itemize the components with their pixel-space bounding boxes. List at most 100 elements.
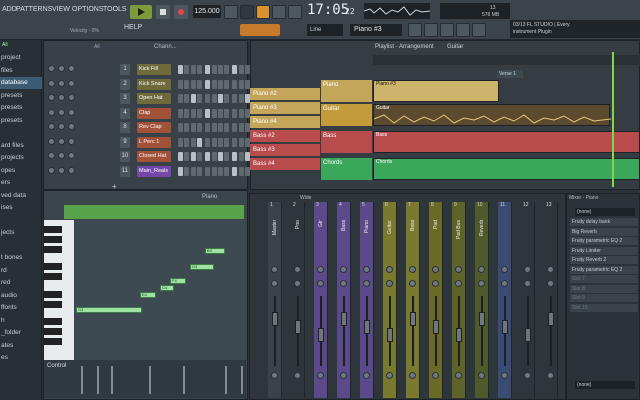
step-button[interactable]	[205, 152, 211, 161]
step-button[interactable]	[178, 152, 183, 161]
step-button[interactable]	[224, 123, 230, 132]
browser-item[interactable]: ers	[0, 177, 42, 189]
black-key[interactable]	[44, 328, 62, 335]
black-key[interactable]	[44, 318, 62, 325]
strip-stereo-knob[interactable]	[317, 280, 324, 287]
browser-filter[interactable]: All	[2, 42, 8, 48]
pan-knob[interactable]	[58, 166, 65, 174]
route-button[interactable]	[386, 372, 393, 379]
step-button[interactable]	[238, 166, 244, 176]
route-button[interactable]	[409, 372, 416, 379]
step-button[interactable]	[190, 79, 196, 89]
pan-knob[interactable]	[58, 79, 65, 87]
browser-item[interactable]: database	[0, 77, 42, 89]
route-button[interactable]	[432, 372, 439, 379]
browser-item[interactable]: ard files	[0, 140, 42, 152]
clip-piano[interactable]: Piano #3	[373, 80, 499, 102]
step-button[interactable]	[205, 94, 211, 103]
strip-stereo-knob[interactable]	[409, 280, 416, 287]
black-key[interactable]	[44, 236, 62, 243]
channel-number[interactable]: 2	[120, 78, 130, 90]
channel-number[interactable]: 3	[120, 93, 130, 104]
channel-name-button[interactable]: L Perc 1	[137, 136, 171, 148]
black-key[interactable]	[44, 246, 62, 253]
strip-pan-knob[interactable]	[294, 266, 301, 273]
route-button[interactable]	[547, 372, 554, 379]
step-button[interactable]	[190, 152, 196, 161]
step-button[interactable]	[205, 79, 211, 89]
pan-knob[interactable]	[58, 123, 65, 130]
countdown-icon[interactable]	[256, 5, 270, 19]
note[interactable]: C4	[160, 285, 174, 291]
pattern-item[interactable]: Bass #3	[250, 144, 320, 156]
menu-add[interactable]: ADD	[2, 6, 17, 13]
pan-knob[interactable]	[58, 137, 65, 145]
strip-pan-knob[interactable]	[547, 266, 554, 273]
step-button[interactable]	[224, 152, 230, 161]
note[interactable]: E4	[140, 292, 156, 298]
step-button[interactable]	[190, 108, 196, 118]
step-button[interactable]	[184, 137, 190, 147]
strip-stereo-knob[interactable]	[547, 280, 554, 287]
strip-pan-knob[interactable]	[501, 266, 508, 273]
strip-stereo-knob[interactable]	[363, 280, 370, 287]
step-button[interactable]	[211, 65, 217, 74]
channel-mute-led[interactable]	[48, 65, 55, 72]
snap-select[interactable]: Line	[307, 24, 343, 36]
step-button[interactable]	[211, 166, 217, 176]
pattern-item[interactable]: Piano #3	[250, 102, 320, 114]
step-button[interactable]	[238, 152, 244, 161]
step-button[interactable]	[184, 108, 190, 118]
step-button[interactable]	[197, 65, 203, 74]
strip-pan-knob[interactable]	[386, 266, 393, 273]
input-select[interactable]: (none)	[575, 208, 635, 216]
channel-mute-led[interactable]	[48, 166, 55, 174]
volume-knob[interactable]	[68, 123, 75, 130]
volume-knob[interactable]	[68, 137, 75, 145]
channel-mute-led[interactable]	[48, 137, 55, 145]
volume-knob[interactable]	[68, 166, 75, 174]
volume-fader[interactable]	[456, 328, 462, 342]
browser-item[interactable]: jects	[0, 227, 42, 239]
step-button[interactable]	[238, 123, 244, 132]
browser-item[interactable]: project	[0, 52, 42, 64]
step-button[interactable]	[232, 137, 238, 147]
step-button[interactable]	[197, 79, 203, 89]
browser-item[interactable]: ffonts	[0, 302, 42, 314]
volume-fader[interactable]	[410, 312, 416, 326]
step-button[interactable]	[211, 108, 217, 118]
black-key[interactable]	[44, 226, 62, 233]
step-button[interactable]	[232, 123, 238, 132]
strip-pan-knob[interactable]	[432, 266, 439, 273]
black-key[interactable]	[44, 291, 62, 298]
stop-button[interactable]	[156, 5, 170, 19]
step-button[interactable]	[217, 152, 223, 161]
strip-stereo-knob[interactable]	[524, 280, 531, 287]
playhead[interactable]	[612, 52, 614, 187]
step-button[interactable]	[190, 166, 196, 176]
channel-name-button[interactable]: Clap	[137, 107, 171, 119]
channel-name-button[interactable]: Main_Reals	[137, 165, 171, 177]
step-button[interactable]	[211, 94, 217, 103]
channel-mute-led[interactable]	[48, 152, 55, 159]
clip-guitar[interactable]: Guitar	[373, 104, 611, 126]
channel-name-button[interactable]: Closed Hat	[137, 151, 171, 162]
piano-roll-icon[interactable]	[424, 23, 438, 37]
step-button[interactable]	[232, 79, 238, 89]
step-button[interactable]	[190, 65, 196, 74]
channel-mute-led[interactable]	[48, 94, 55, 101]
marker-verse[interactable]: Verse 1	[497, 70, 523, 78]
volume-fader[interactable]	[502, 320, 508, 334]
step-button[interactable]	[217, 108, 223, 118]
loop-record-icon[interactable]	[272, 5, 286, 19]
note[interactable]: G3	[76, 307, 142, 313]
strip-pan-knob[interactable]	[363, 266, 370, 273]
wait-icon[interactable]	[240, 5, 254, 19]
step-button[interactable]	[224, 166, 230, 176]
fx-slot[interactable]: Big Reverb	[570, 227, 638, 236]
browser-item[interactable]: ises	[0, 202, 42, 214]
metronome-icon[interactable]	[224, 5, 238, 19]
channel-rack-icon[interactable]	[440, 23, 454, 37]
step-button[interactable]	[178, 94, 183, 103]
browser-item[interactable]: presets	[0, 90, 42, 102]
